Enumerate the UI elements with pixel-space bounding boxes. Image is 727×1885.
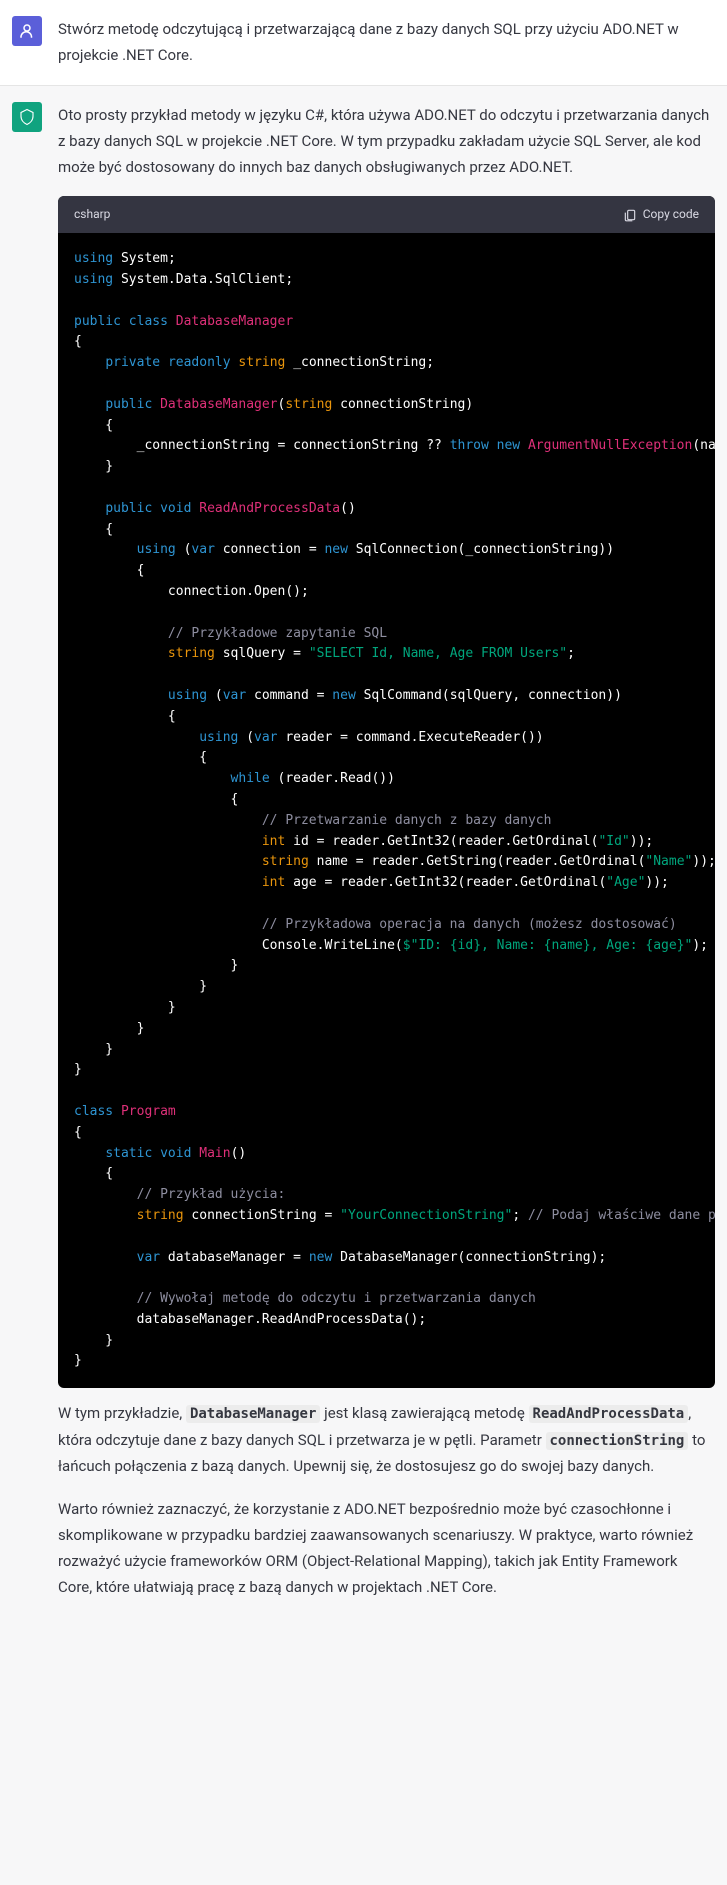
clipboard-icon: [623, 208, 637, 222]
assistant-content: Oto prosty przykład metody w języku C#, …: [58, 102, 715, 1601]
user-text: Stwórz metodę odczytującą i przetwarzają…: [58, 16, 715, 69]
user-icon: [18, 22, 36, 40]
outro-paragraph-2: Warto również zaznaczyć, że korzystanie …: [58, 1496, 715, 1601]
bot-icon: [18, 108, 36, 126]
intro-paragraph: Oto prosty przykład metody w języku C#, …: [58, 102, 715, 181]
user-content: Stwórz metodę odczytującą i przetwarzają…: [58, 16, 715, 69]
code-block: csharp Copy code using System; using Sys…: [58, 196, 715, 1388]
inline-code-readmethod: ReadAndProcessData: [529, 1405, 689, 1423]
user-message: Stwórz metodę odczytującą i przetwarzają…: [0, 0, 727, 86]
inline-code-dbmanager: DatabaseManager: [186, 1405, 320, 1423]
code-header: csharp Copy code: [58, 196, 715, 233]
outro-paragraph-1: W tym przykładzie, DatabaseManager jest …: [58, 1400, 715, 1479]
code-content: using System; using System.Data.SqlClien…: [58, 233, 715, 1388]
user-avatar: [12, 16, 42, 46]
assistant-avatar: [12, 102, 42, 132]
code-language: csharp: [74, 204, 110, 225]
assistant-message: Oto prosty przykład metody w języku C#, …: [0, 86, 727, 1617]
inline-code-connstr: connectionString: [546, 1432, 689, 1450]
code-scroll[interactable]: using System; using System.Data.SqlClien…: [58, 233, 715, 1388]
copy-code-label: Copy code: [643, 204, 699, 225]
copy-code-button[interactable]: Copy code: [623, 204, 699, 225]
